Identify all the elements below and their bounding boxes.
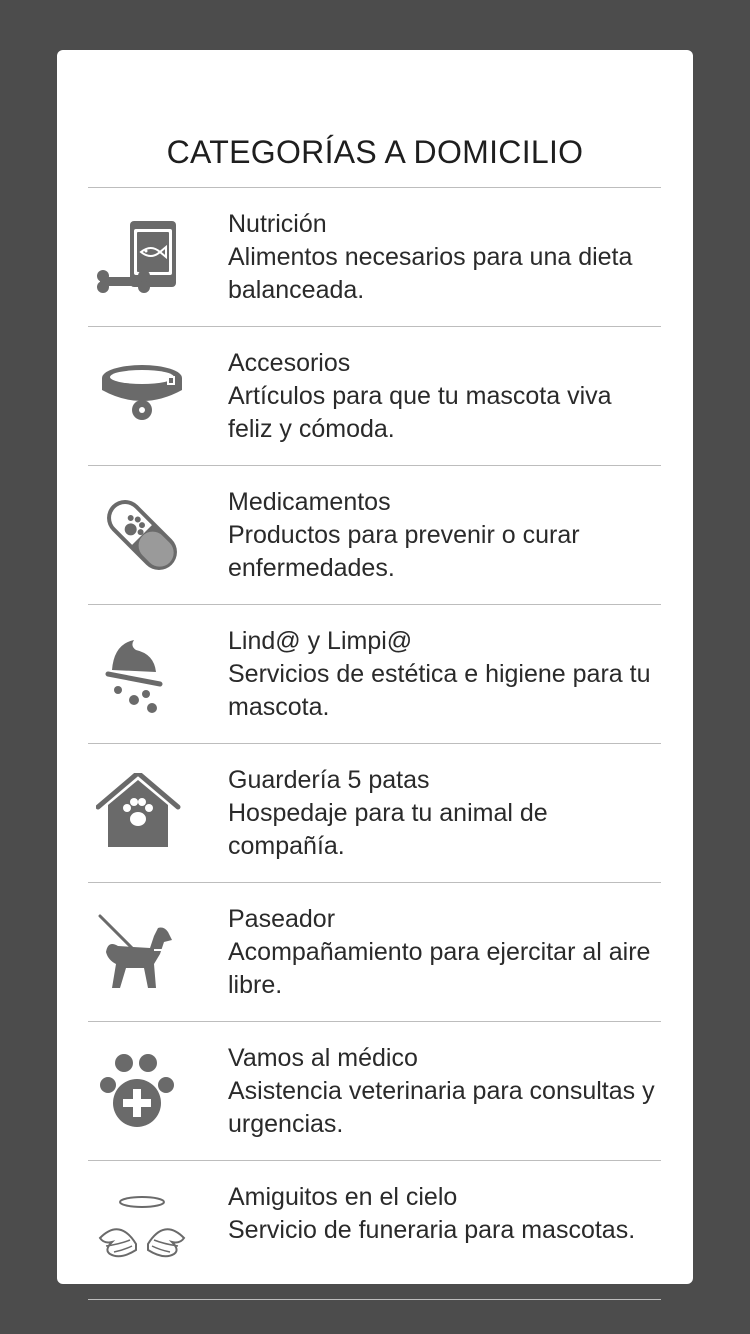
category-name: Paseador — [228, 905, 336, 933]
categories-card: CATEGORÍAS A DOMICILIO Nutrición Aliment… — [57, 50, 693, 1300]
category-name: Amiguitos en el cielo — [228, 1183, 458, 1211]
category-name: Medicamentos — [228, 488, 391, 516]
category-item-medicamentos[interactable]: Medicamentos Productos para prevenir o c… — [88, 466, 661, 605]
category-item-nutricion[interactable]: Nutrición Alimentos necesarios para una … — [88, 188, 661, 327]
category-item-accesorios[interactable]: Accesorios Artículos para que tu mascota… — [88, 327, 661, 466]
category-name: Vamos al médico — [228, 1044, 418, 1072]
category-list: Nutrición Alimentos necesarios para una … — [88, 187, 661, 1300]
category-item-lindo-limpio[interactable]: Lind@ y Limpi@ Servicios de estética e h… — [88, 605, 661, 744]
category-name: Guardería 5 patas — [228, 766, 430, 794]
category-item-guarderia[interactable]: Guardería 5 patas Hospedaje para tu anim… — [88, 744, 661, 883]
category-description: Artículos para que tu mascota viva feliz… — [228, 382, 612, 443]
category-description: Alimentos necesarios para una dieta bala… — [228, 243, 633, 304]
page-title: CATEGORÍAS A DOMICILIO — [166, 134, 584, 170]
pet-food-bag-icon — [96, 217, 188, 297]
dog-house-icon — [96, 773, 188, 853]
category-description: Asistencia veterinaria para consultas y … — [228, 1077, 655, 1138]
category-description: Servicio de funeraria para mascotas. — [228, 1216, 636, 1244]
pill-icon — [96, 495, 188, 575]
category-name: Nutrición — [228, 210, 327, 238]
shower-icon — [96, 634, 188, 714]
category-description: Hospedaje para tu animal de compañía. — [228, 799, 548, 860]
dog-walker-icon — [96, 912, 188, 992]
angel-wings-icon — [96, 1190, 188, 1270]
category-description: Productos para prevenir o curar enfermed… — [228, 521, 580, 582]
category-description: Servicios de estética e higiene para tu … — [228, 660, 651, 721]
category-item-vamos-al-medico[interactable]: Vamos al médico Asistencia veterinaria p… — [88, 1022, 661, 1161]
category-item-paseador[interactable]: Paseador Acompañamiento para ejercitar a… — [88, 883, 661, 1022]
collar-icon — [96, 356, 188, 436]
category-description: Acompañamiento para ejercitar al aire li… — [228, 938, 651, 999]
vet-paw-icon — [96, 1051, 188, 1131]
category-name: Lind@ y Limpi@ — [228, 627, 413, 655]
category-item-amiguitos-en-el-cielo[interactable]: Amiguitos en el cielo Servicio de funera… — [88, 1161, 661, 1300]
category-name: Accesorios — [228, 349, 351, 377]
